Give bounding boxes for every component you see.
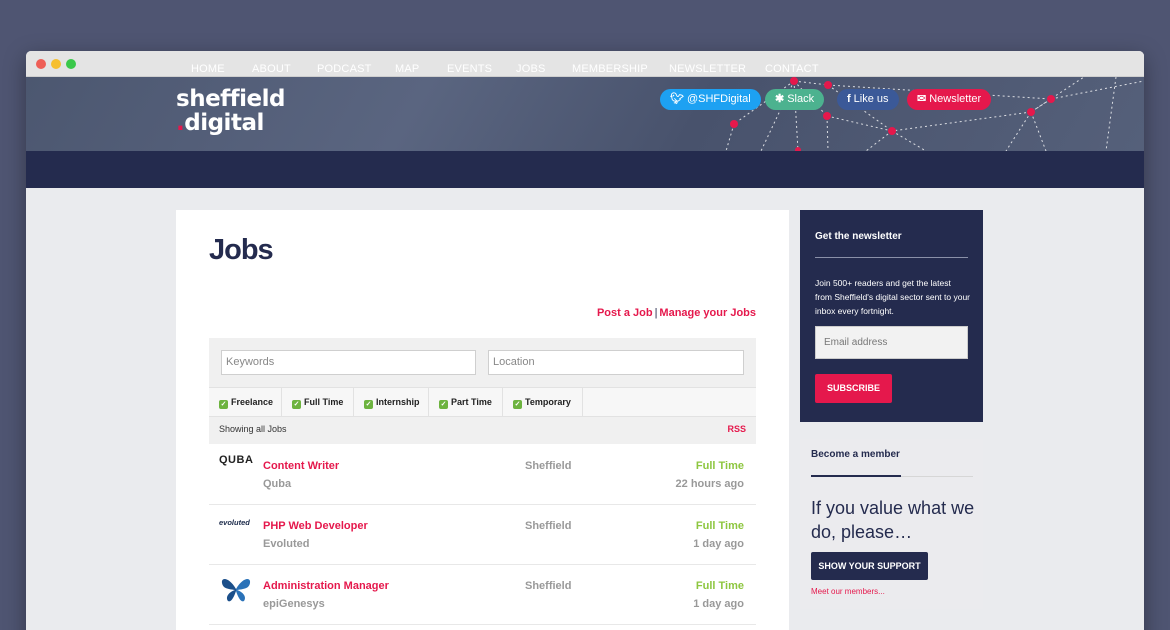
facebook-button[interactable]: f Like us <box>837 89 899 110</box>
newsletter-heading: Get the newsletter <box>815 231 902 242</box>
twitter-icon: 🐦︎ <box>670 93 684 105</box>
job-posted: 22 hours ago <box>675 478 744 490</box>
subscribe-button[interactable]: SUBSCRIBE <box>815 374 892 403</box>
job-row[interactable]: Administration Manager epiGenesys Sheffi… <box>209 565 756 625</box>
job-filters: Keywords Location ✓ Freelance ✓ Full Time … <box>209 338 756 444</box>
job-row[interactable]: QUBA Content Writer Quba Sheffield Full … <box>209 445 756 505</box>
jobs-panel: Jobs Post a Job | Manage your Jobs Keyword… <box>176 210 789 630</box>
nav-podcast[interactable]: PODCAST <box>317 51 372 88</box>
job-posted: 1 day ago <box>693 538 744 550</box>
job-type-filters: ✓ Freelance ✓ Full Time ✓ Internship ✓ Part … <box>209 387 756 417</box>
facebook-label: Like us <box>853 93 889 105</box>
showing-label: Showing all Jobs <box>219 424 287 434</box>
site-header: sheffield .digital 🐦︎ @SHFDigital ✱ Slack … <box>26 77 1144 151</box>
checkbox-checked-icon: ✓ <box>292 400 301 409</box>
nav-events[interactable]: EVENTS <box>447 51 492 88</box>
job-title[interactable]: PHP Web Developer <box>263 520 368 532</box>
newsletter-button[interactable]: ✉ Newsletter <box>907 89 992 110</box>
divider <box>901 476 973 477</box>
filter-freelance[interactable]: ✓ Freelance <box>209 388 282 416</box>
keywords-input[interactable]: Keywords <box>221 350 476 375</box>
nav-contact[interactable]: CONTACT <box>765 51 819 88</box>
job-company: epiGenesys <box>263 598 325 610</box>
job-location: Sheffield <box>525 460 572 472</box>
newsletter-text: Join 500+ readers and get the latest fro… <box>815 278 971 316</box>
filter-label: Freelance <box>231 397 274 407</box>
link-separator: | <box>654 307 658 319</box>
filter-internship[interactable]: ✓ Internship <box>354 388 429 416</box>
nav-about[interactable]: ABOUT <box>252 51 291 88</box>
close-window-button[interactable] <box>36 59 46 69</box>
nav-home[interactable]: HOME <box>191 51 225 88</box>
show-support-button[interactable]: SHOW YOUR SUPPORT <box>811 552 928 580</box>
slack-button[interactable]: ✱ Slack <box>765 89 825 110</box>
logo-dot: . <box>176 110 185 136</box>
manage-jobs-link[interactable]: Manage your Jobs <box>659 307 756 319</box>
checkbox-checked-icon: ✓ <box>364 400 373 409</box>
slack-icon: ✱ <box>775 93 785 105</box>
filter-label: Part Time <box>451 397 492 407</box>
envelope-icon: ✉ <box>917 93 927 105</box>
slack-label: Slack <box>787 93 815 105</box>
butterfly-icon <box>219 575 253 603</box>
company-logo-evoluted: evoluted <box>219 518 250 527</box>
logo-line-1: sheffield <box>176 86 286 112</box>
job-company: Evoluted <box>263 538 310 550</box>
email-input[interactable]: Email address <box>815 326 968 359</box>
maximize-window-button[interactable] <box>66 59 76 69</box>
job-title[interactable]: Administration Manager <box>263 580 389 592</box>
newsletter-panel: Get the newsletter Join 500+ readers and… <box>800 210 983 422</box>
logo-word-digital: digital <box>184 110 264 136</box>
job-location: Sheffield <box>525 520 572 532</box>
post-job-link[interactable]: Post a Job <box>597 307 653 319</box>
nav-membership[interactable]: MEMBERSHIP <box>572 51 648 88</box>
newsletter-label: Newsletter <box>929 93 982 105</box>
company-logo-quba: QUBA <box>219 454 254 466</box>
site-logo[interactable]: sheffield .digital <box>176 86 286 135</box>
heading-underline <box>811 475 901 477</box>
filter-full-time[interactable]: ✓ Full Time <box>282 388 354 416</box>
nav-newsletter[interactable]: NEWSLETTER <box>669 51 746 88</box>
job-posted: 1 day ago <box>693 598 744 610</box>
filter-label: Full Time <box>304 397 344 407</box>
nav-map[interactable]: MAP <box>395 51 419 88</box>
logo-line-2: .digital <box>176 111 285 135</box>
nav-jobs[interactable]: JOBS <box>516 51 546 88</box>
facebook-icon: f <box>847 93 851 105</box>
rss-link[interactable]: RSS <box>727 424 746 434</box>
location-input[interactable]: Location <box>488 350 744 375</box>
twitter-button[interactable]: 🐦︎ @SHFDigital <box>660 89 761 110</box>
page-title: Jobs <box>209 234 274 266</box>
member-heading: Become a member <box>811 449 900 460</box>
twitter-label: @SHFDigital <box>686 93 751 105</box>
meet-members-link[interactable]: Meet our members... <box>811 587 885 596</box>
filter-label: Internship <box>376 397 420 407</box>
job-type: Full Time <box>695 520 744 532</box>
checkbox-checked-icon: ✓ <box>439 400 448 409</box>
filter-temporary[interactable]: ✓ Temporary <box>503 388 583 416</box>
divider <box>815 257 968 258</box>
checkbox-checked-icon: ✓ <box>219 400 228 409</box>
checkbox-checked-icon: ✓ <box>513 400 522 409</box>
job-type: Full Time <box>695 580 744 592</box>
job-actions: Post a Job | Manage your Jobs <box>597 307 756 319</box>
job-row[interactable]: evoluted PHP Web Developer Evoluted Shef… <box>209 505 756 565</box>
minimize-window-button[interactable] <box>51 59 61 69</box>
filter-label: Temporary <box>525 397 571 407</box>
main-nav: HOME ABOUT PODCAST MAP EVENTS JOBS MEMBE… <box>26 63 1144 188</box>
job-title[interactable]: Content Writer <box>263 460 339 472</box>
job-company: Quba <box>263 478 292 490</box>
job-type: Full Time <box>695 460 744 472</box>
membership-panel: Become a member If you value what we do,… <box>800 439 983 609</box>
member-pitch: If you value what we do, please… <box>811 498 975 542</box>
browser-window: sheffield .digital 🐦︎ @SHFDigital ✱ Slack … <box>26 51 1144 630</box>
job-location: Sheffield <box>525 580 572 592</box>
filter-part-time[interactable]: ✓ Part Time <box>429 388 503 416</box>
